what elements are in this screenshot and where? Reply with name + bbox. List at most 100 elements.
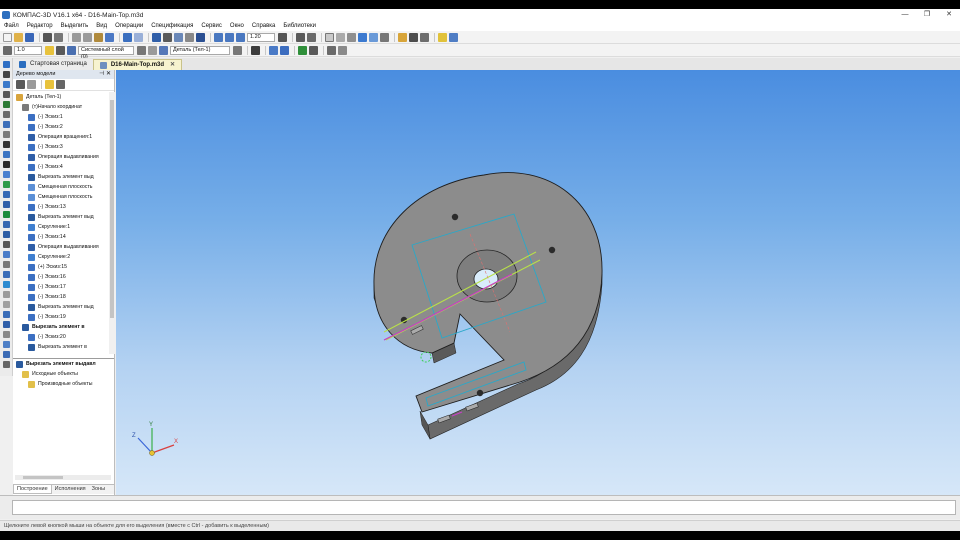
select-icon[interactable] [409,32,418,42]
tree-filter-icon[interactable] [45,80,54,89]
tree-item[interactable]: (-) Эскиз:13 [13,202,108,212]
layer-select[interactable]: Системный слой (0) [78,45,134,60]
help-icon[interactable] [196,32,205,42]
split-icon[interactable] [3,311,10,318]
tree-item[interactable]: Вырезать элемент выдавл [13,359,114,369]
tree-item[interactable]: Операция выдавливания [13,152,108,162]
scrollbar-thumb[interactable] [110,100,114,318]
hidden-lines-icon[interactable] [336,32,345,42]
preview-icon[interactable] [54,32,63,42]
maximize-button[interactable]: ❐ [916,9,938,21]
round-icon[interactable] [56,45,65,55]
menu-operations[interactable]: Операции [115,23,143,29]
mirror-icon[interactable] [3,281,10,288]
close-tab-icon[interactable]: ✕ [170,60,175,71]
pattern-icon[interactable] [3,291,10,298]
menu-file[interactable]: Файл [4,23,19,29]
tree-item[interactable]: (-) Эскиз:20 [13,332,108,342]
layer-properties-icon[interactable] [137,45,146,55]
model-tree-icon[interactable] [152,32,161,42]
tree-horizontal-scrollbar[interactable] [15,475,111,480]
tab-start-page[interactable]: Стартовая страница [13,59,93,70]
filter-icon[interactable] [398,32,407,42]
minimize-button[interactable]: — [894,9,916,21]
more-icon[interactable] [338,45,347,55]
perspective-icon[interactable] [380,32,389,42]
zoom-window-icon[interactable] [236,32,245,42]
tree-item[interactable]: (-) Эскиз:17 [13,282,108,292]
manager-icon[interactable] [163,32,172,42]
new-file-icon[interactable] [3,32,12,42]
report-icon[interactable] [3,171,10,178]
spec-icon[interactable] [3,161,10,168]
surface-icon[interactable] [3,121,10,128]
section-icon[interactable] [280,45,289,55]
tree-item[interactable]: (-) Эскиз:3 [13,142,108,152]
extrude-icon[interactable] [3,191,10,198]
tree-item[interactable]: (-) Эскиз:4 [13,162,108,172]
step-select[interactable]: 1.0 [14,45,42,55]
measure-icon[interactable] [185,32,194,42]
properties-icon[interactable] [105,32,114,42]
axis-icon[interactable] [3,101,10,108]
undo-icon[interactable] [123,32,132,42]
tree-item[interactable]: (-) Эскиз:19 [13,312,108,322]
tree-item[interactable]: Вырезать элемент в [13,322,108,332]
library-icon[interactable] [438,32,447,42]
array-icon[interactable] [3,131,10,138]
tree-item[interactable]: (-) Эскиз:1 [13,112,108,122]
paste-icon[interactable] [94,32,103,42]
tree-item[interactable]: (т)Начало координат [13,102,108,112]
libraries-manager-icon[interactable] [449,32,458,42]
draft-icon[interactable] [3,301,10,308]
tree-item[interactable]: Исходные объекты [13,369,114,379]
part-model[interactable] [373,172,603,440]
tree-item[interactable]: Деталь (Тел-1) [13,92,108,102]
dimension-icon[interactable] [3,91,10,98]
model-viewport[interactable]: X Y Z [116,70,960,495]
tree-item[interactable]: Скругление:2 [13,252,108,262]
shaded-icon[interactable] [358,32,367,42]
tree-item[interactable]: Вырезать элемент выд [13,212,108,222]
print-icon[interactable] [43,32,52,42]
tree-item[interactable]: (-) Эскиз:2 [13,122,108,132]
tree-item[interactable]: (-) Эскиз:16 [13,272,108,282]
menu-select[interactable]: Выделить [61,23,89,29]
coord-system-icon[interactable] [3,341,10,348]
zoom-extents-icon[interactable] [327,45,336,55]
zoom-in-icon[interactable] [214,32,223,42]
edit-component-icon[interactable] [148,45,157,55]
tab-zones[interactable]: Зоны [89,485,108,494]
menu-service[interactable]: Сервис [201,23,222,29]
marker-icon[interactable] [3,361,10,368]
cut-icon[interactable] [72,32,81,42]
model-canvas[interactable]: X Y Z [116,70,960,495]
rotate-icon[interactable] [296,32,305,42]
tree-item[interactable]: Операция вращения:1 [13,132,108,142]
tree-item[interactable]: Смещенная плоскость [13,182,108,192]
rib-icon[interactable] [3,241,10,248]
curve-icon[interactable] [3,111,10,118]
thin-lines-icon[interactable] [347,32,356,42]
kinematic-icon[interactable] [3,211,10,218]
tree-item[interactable]: Производные объекты [13,379,114,389]
sheet-metal-icon[interactable] [3,181,10,188]
thread-icon[interactable] [3,331,10,338]
tree-view-icon[interactable] [27,80,36,89]
line-icon[interactable] [3,71,10,78]
tree-item[interactable]: (+) Эскиз:15 [13,262,108,272]
hole-icon[interactable] [3,231,10,238]
tree-item[interactable]: Вырезать элемент выд [13,172,108,182]
tree-item[interactable]: Смещенная плоскость [13,192,108,202]
tree-scrollbar[interactable] [109,92,115,354]
tab-versions[interactable]: Исполнения [52,485,89,494]
menu-window[interactable]: Окно [230,23,244,29]
chamfer-icon[interactable] [3,271,10,278]
open-folder-icon[interactable] [14,32,23,42]
chart-icon[interactable] [298,45,307,55]
close-button[interactable]: ✕ [938,9,960,21]
tab-construction[interactable]: Построение [13,485,52,494]
tree-item[interactable]: Скругление:1 [13,222,108,232]
menu-libraries[interactable]: Библиотеки [283,23,316,29]
fillet-tool-icon[interactable] [3,261,10,268]
